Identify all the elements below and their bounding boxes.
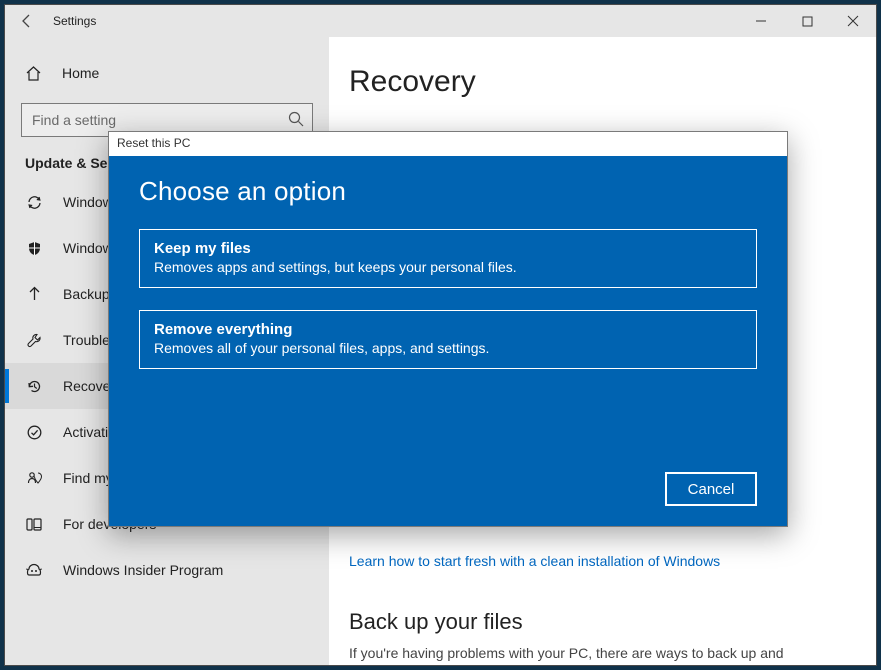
sidebar-item-label: Windows Insider Program (63, 562, 223, 578)
fresh-start-link[interactable]: Learn how to start fresh with a clean in… (349, 553, 720, 569)
titlebar: Settings (5, 5, 876, 37)
cancel-button[interactable]: Cancel (665, 472, 757, 506)
reset-dialog: Reset this PC Choose an option Keep my f… (108, 131, 788, 527)
dialog-heading: Choose an option (139, 176, 757, 207)
sidebar-item-windows-insider[interactable]: Windows Insider Program (5, 547, 329, 593)
wrench-icon (25, 332, 43, 349)
insider-icon (25, 562, 43, 579)
history-icon (25, 378, 43, 395)
backup-body: If you're having problems with your PC, … (349, 643, 829, 665)
option-title: Remove everything (154, 321, 742, 338)
search-icon (287, 110, 305, 128)
check-circle-icon (25, 424, 43, 441)
backup-heading: Back up your files (349, 609, 848, 635)
minimize-button[interactable] (738, 5, 784, 37)
dialog-body: Choose an option Keep my files Removes a… (109, 156, 787, 526)
window-title: Settings (49, 14, 96, 28)
location-person-icon (25, 470, 43, 487)
back-button[interactable] (5, 5, 49, 37)
option-desc: Removes all of your personal files, apps… (154, 340, 742, 356)
sidebar-home[interactable]: Home (5, 53, 329, 93)
developers-icon (25, 516, 43, 533)
sidebar-home-label: Home (62, 65, 99, 81)
shield-icon (25, 240, 43, 257)
sync-icon (25, 194, 43, 211)
sidebar-item-label: Backup (63, 286, 110, 302)
dialog-title: Reset this PC (109, 132, 787, 156)
backup-icon (25, 286, 43, 303)
option-title: Keep my files (154, 240, 742, 257)
option-desc: Removes apps and settings, but keeps you… (154, 259, 742, 275)
option-keep-my-files[interactable]: Keep my files Removes apps and settings,… (139, 229, 757, 288)
page-heading: Recovery (349, 65, 848, 99)
maximize-button[interactable] (784, 5, 830, 37)
close-button[interactable] (830, 5, 876, 37)
settings-window: Settings Home Upda (4, 4, 877, 666)
option-remove-everything[interactable]: Remove everything Removes all of your pe… (139, 310, 757, 369)
home-icon (25, 65, 42, 82)
